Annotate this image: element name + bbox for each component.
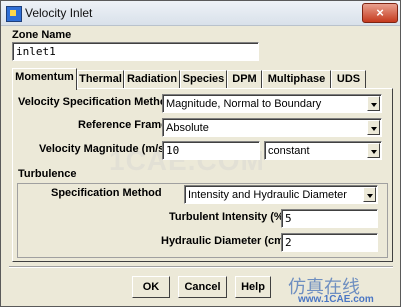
tab-momentum[interactable]: Momentum bbox=[12, 68, 77, 90]
reference-frame-value: Absolute bbox=[166, 122, 209, 134]
chevron-down-icon[interactable] bbox=[363, 187, 376, 202]
tab-species[interactable]: Species bbox=[180, 70, 227, 88]
turbulence-section-label: Turbulence bbox=[18, 168, 77, 180]
velocity-magnitude-profile-select[interactable]: constant bbox=[264, 141, 382, 160]
velocity-spec-method-select[interactable]: Magnitude, Normal to Boundary bbox=[162, 94, 382, 113]
velocity-magnitude-input[interactable]: 10 bbox=[162, 141, 260, 160]
tab-dpm[interactable]: DPM bbox=[227, 70, 262, 88]
velocity-spec-method-label: Velocity Specification Method bbox=[18, 96, 174, 108]
turbulent-intensity-label: Turbulent Intensity (%) bbox=[169, 211, 288, 223]
title-bar[interactable]: Velocity Inlet × bbox=[1, 1, 400, 26]
tab-radiation[interactable]: Radiation bbox=[124, 70, 180, 88]
velocity-magnitude-profile-value: constant bbox=[268, 145, 310, 157]
tab-multiphase[interactable]: Multiphase bbox=[262, 70, 331, 88]
turbulence-spec-method-label: Specification Method bbox=[51, 187, 162, 199]
chevron-down-icon[interactable] bbox=[367, 143, 380, 158]
velocity-inlet-dialog: Velocity Inlet × Zone Name inlet1 Moment… bbox=[0, 0, 401, 307]
turbulent-intensity-input[interactable]: 5 bbox=[281, 209, 378, 228]
fluent-app-icon bbox=[6, 6, 22, 22]
tab-thermal[interactable]: Thermal bbox=[77, 70, 124, 88]
close-button[interactable]: × bbox=[362, 3, 398, 23]
button-separator bbox=[9, 266, 393, 268]
velocity-spec-method-value: Magnitude, Normal to Boundary bbox=[166, 98, 322, 110]
zone-name-label: Zone Name bbox=[12, 29, 72, 41]
window-title: Velocity Inlet bbox=[25, 6, 93, 20]
chevron-down-icon[interactable] bbox=[367, 120, 380, 135]
hydraulic-diameter-input[interactable]: 2 bbox=[281, 233, 378, 252]
turbulence-spec-method-select[interactable]: Intensity and Hydraulic Diameter bbox=[184, 185, 378, 204]
velocity-magnitude-label: Velocity Magnitude (m/s) bbox=[39, 143, 168, 155]
chevron-down-icon[interactable] bbox=[367, 96, 380, 111]
hydraulic-diameter-label: Hydraulic Diameter (cm) bbox=[161, 235, 288, 247]
watermark-logo-url: www.1CAE.com bbox=[298, 294, 374, 305]
ok-button[interactable]: OK bbox=[132, 276, 170, 298]
help-button[interactable]: Help bbox=[235, 276, 271, 298]
cancel-button[interactable]: Cancel bbox=[178, 276, 227, 298]
reference-frame-label: Reference Frame bbox=[78, 119, 168, 131]
turbulence-spec-method-value: Intensity and Hydraulic Diameter bbox=[188, 189, 347, 201]
zone-name-input[interactable]: inlet1 bbox=[12, 42, 259, 61]
reference-frame-select[interactable]: Absolute bbox=[162, 118, 382, 137]
tab-uds[interactable]: UDS bbox=[331, 70, 366, 88]
